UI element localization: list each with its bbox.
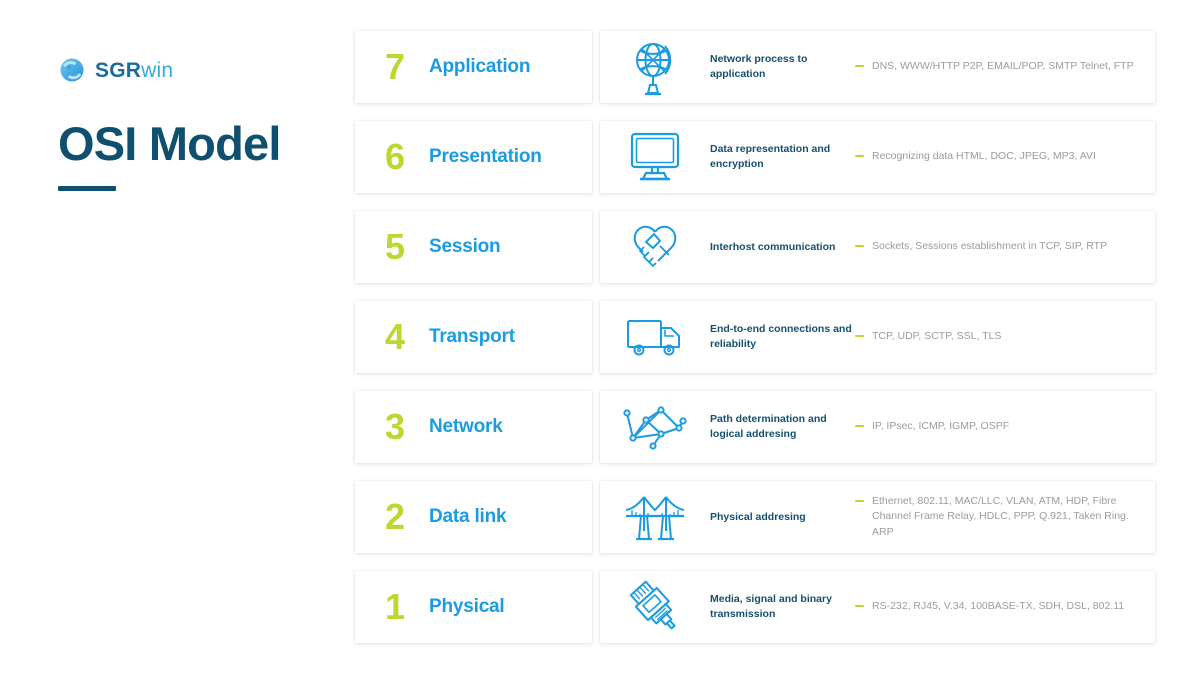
page-title: OSI Model	[58, 117, 281, 170]
layer-name: Application	[429, 56, 531, 77]
layer-protocols: TCP, UDP, SCTP, SSL, TLS	[855, 301, 1155, 373]
layer-row[interactable]: 6 Presentation Data representation and e…	[355, 121, 1155, 193]
rj45-connector-icon	[600, 578, 710, 636]
layer-label-card[interactable]: 1 Physical	[355, 571, 592, 643]
layer-detail-card[interactable]: Interhost communication Sockets, Session…	[600, 211, 1155, 283]
layer-protocols: Ethernet, 802.11, MAC/LLC, VLAN, ATM, HD…	[855, 481, 1155, 553]
logo-wordmark-secondary: win	[141, 58, 174, 82]
layer-protocols: Sockets, Sessions establishment in TCP, …	[855, 211, 1155, 283]
layer-name: Data link	[429, 506, 507, 527]
layer-description: Physical addresing	[710, 510, 806, 523]
bullet-dash-icon	[855, 425, 864, 428]
protocol-text: Sockets, Sessions establishment in TCP, …	[872, 240, 1108, 253]
layer-list: 7 Application Network process to applica…	[355, 31, 1155, 643]
osi-model-diagram: SGRwin OSI Model 7 Application Network p…	[0, 0, 1200, 675]
layer-protocols: IP, IPsec, ICMP, IGMP, OSPF	[855, 391, 1155, 463]
layer-protocols: Recognizing data HTML, DOC, JPEG, MP3, A…	[855, 121, 1155, 193]
bullet-dash-icon	[855, 500, 864, 503]
layer-label-card[interactable]: 7 Application	[355, 31, 592, 103]
layer-number: 7	[385, 46, 406, 87]
layer-number: 6	[385, 136, 406, 177]
protocol-text: TCP, UDP, SCTP, SSL, TLS	[872, 330, 1002, 343]
layer-name: Network	[429, 416, 503, 437]
bullet-dash-icon	[855, 245, 864, 248]
brand-block: SGRwin OSI Model	[58, 55, 338, 192]
layer-description: End-to-end connections and reliability	[710, 323, 852, 350]
layer-detail-card[interactable]: Data representation and encryption Recog…	[600, 121, 1155, 193]
layer-description: Media, signal and binary transmission	[710, 593, 832, 620]
bullet-dash-icon	[855, 605, 864, 608]
layer-label-card[interactable]: 3 Network	[355, 391, 592, 463]
layer-row[interactable]: 1 Physical Media, signal and binary tran…	[355, 571, 1155, 643]
globe-logo-icon	[58, 56, 86, 84]
layer-number: 4	[385, 316, 406, 357]
logo: SGRwin	[58, 55, 338, 85]
layer-description: Data representation and encryption	[710, 143, 831, 170]
layer-name: Session	[429, 236, 501, 257]
layer-number: 1	[385, 586, 406, 627]
protocol-text: Ethernet, 802.11, MAC/LLC, VLAN, ATM, HD…	[872, 495, 1129, 538]
title-underline	[58, 186, 116, 192]
layer-row[interactable]: 7 Application Network process to applica…	[355, 31, 1155, 103]
layer-number: 5	[385, 226, 406, 267]
globe-stand-icon	[600, 37, 710, 97]
protocol-text: RS-232, RJ45, V.34, 100BASE-TX, SDH, DSL…	[872, 600, 1125, 613]
layer-name: Presentation	[429, 146, 542, 167]
protocol-text: DNS, WWW/HTTP P2P, EMAIL/POP, SMTP Telne…	[872, 60, 1134, 73]
logo-wordmark-primary: SGR	[95, 58, 142, 82]
handshake-icon	[600, 220, 710, 274]
layer-label-card[interactable]: 2 Data link	[355, 481, 592, 553]
bullet-dash-icon	[855, 335, 864, 338]
layer-label-card[interactable]: 4 Transport	[355, 301, 592, 373]
layer-description: Network process to application	[710, 53, 808, 80]
layer-row[interactable]: 2 Data link Physical addresing Ethernet,…	[355, 481, 1155, 553]
layer-description: Interhost communication	[710, 240, 836, 253]
logo-wordmark: SGRwin	[95, 60, 173, 81]
layer-row[interactable]: 4 Transport End-to-end connections and r…	[355, 301, 1155, 373]
layer-description: Path determination and logical addresing	[710, 413, 827, 440]
layer-label-card[interactable]: 5 Session	[355, 211, 592, 283]
layer-row[interactable]: 5 Session Interhost communication Socket…	[355, 211, 1155, 283]
protocol-text: Recognizing data HTML, DOC, JPEG, MP3, A…	[872, 150, 1096, 163]
layer-detail-card[interactable]: Media, signal and binary transmission RS…	[600, 571, 1155, 643]
bullet-dash-icon	[855, 155, 864, 158]
layer-number: 3	[385, 406, 406, 447]
layer-label-card[interactable]: 6 Presentation	[355, 121, 592, 193]
truck-icon	[600, 314, 710, 360]
layer-detail-card[interactable]: Network process to application DNS, WWW/…	[600, 31, 1155, 103]
layer-protocols: RS-232, RJ45, V.34, 100BASE-TX, SDH, DSL…	[855, 571, 1155, 643]
layer-detail-card[interactable]: Physical addresing Ethernet, 802.11, MAC…	[600, 481, 1155, 553]
bullet-dash-icon	[855, 65, 864, 68]
layer-name: Physical	[429, 596, 505, 617]
layer-row[interactable]: 3 Network Path determination and logical…	[355, 391, 1155, 463]
layer-name: Transport	[429, 326, 515, 347]
layer-protocols: DNS, WWW/HTTP P2P, EMAIL/POP, SMTP Telne…	[855, 31, 1155, 103]
protocol-text: IP, IPsec, ICMP, IGMP, OSPF	[872, 420, 1010, 433]
bridge-icon	[600, 491, 710, 543]
network-mesh-icon	[600, 402, 710, 452]
layer-detail-card[interactable]: Path determination and logical addresing…	[600, 391, 1155, 463]
layer-detail-card[interactable]: End-to-end connections and reliability T…	[600, 301, 1155, 373]
layer-number: 2	[385, 496, 406, 537]
monitor-icon	[600, 130, 710, 184]
